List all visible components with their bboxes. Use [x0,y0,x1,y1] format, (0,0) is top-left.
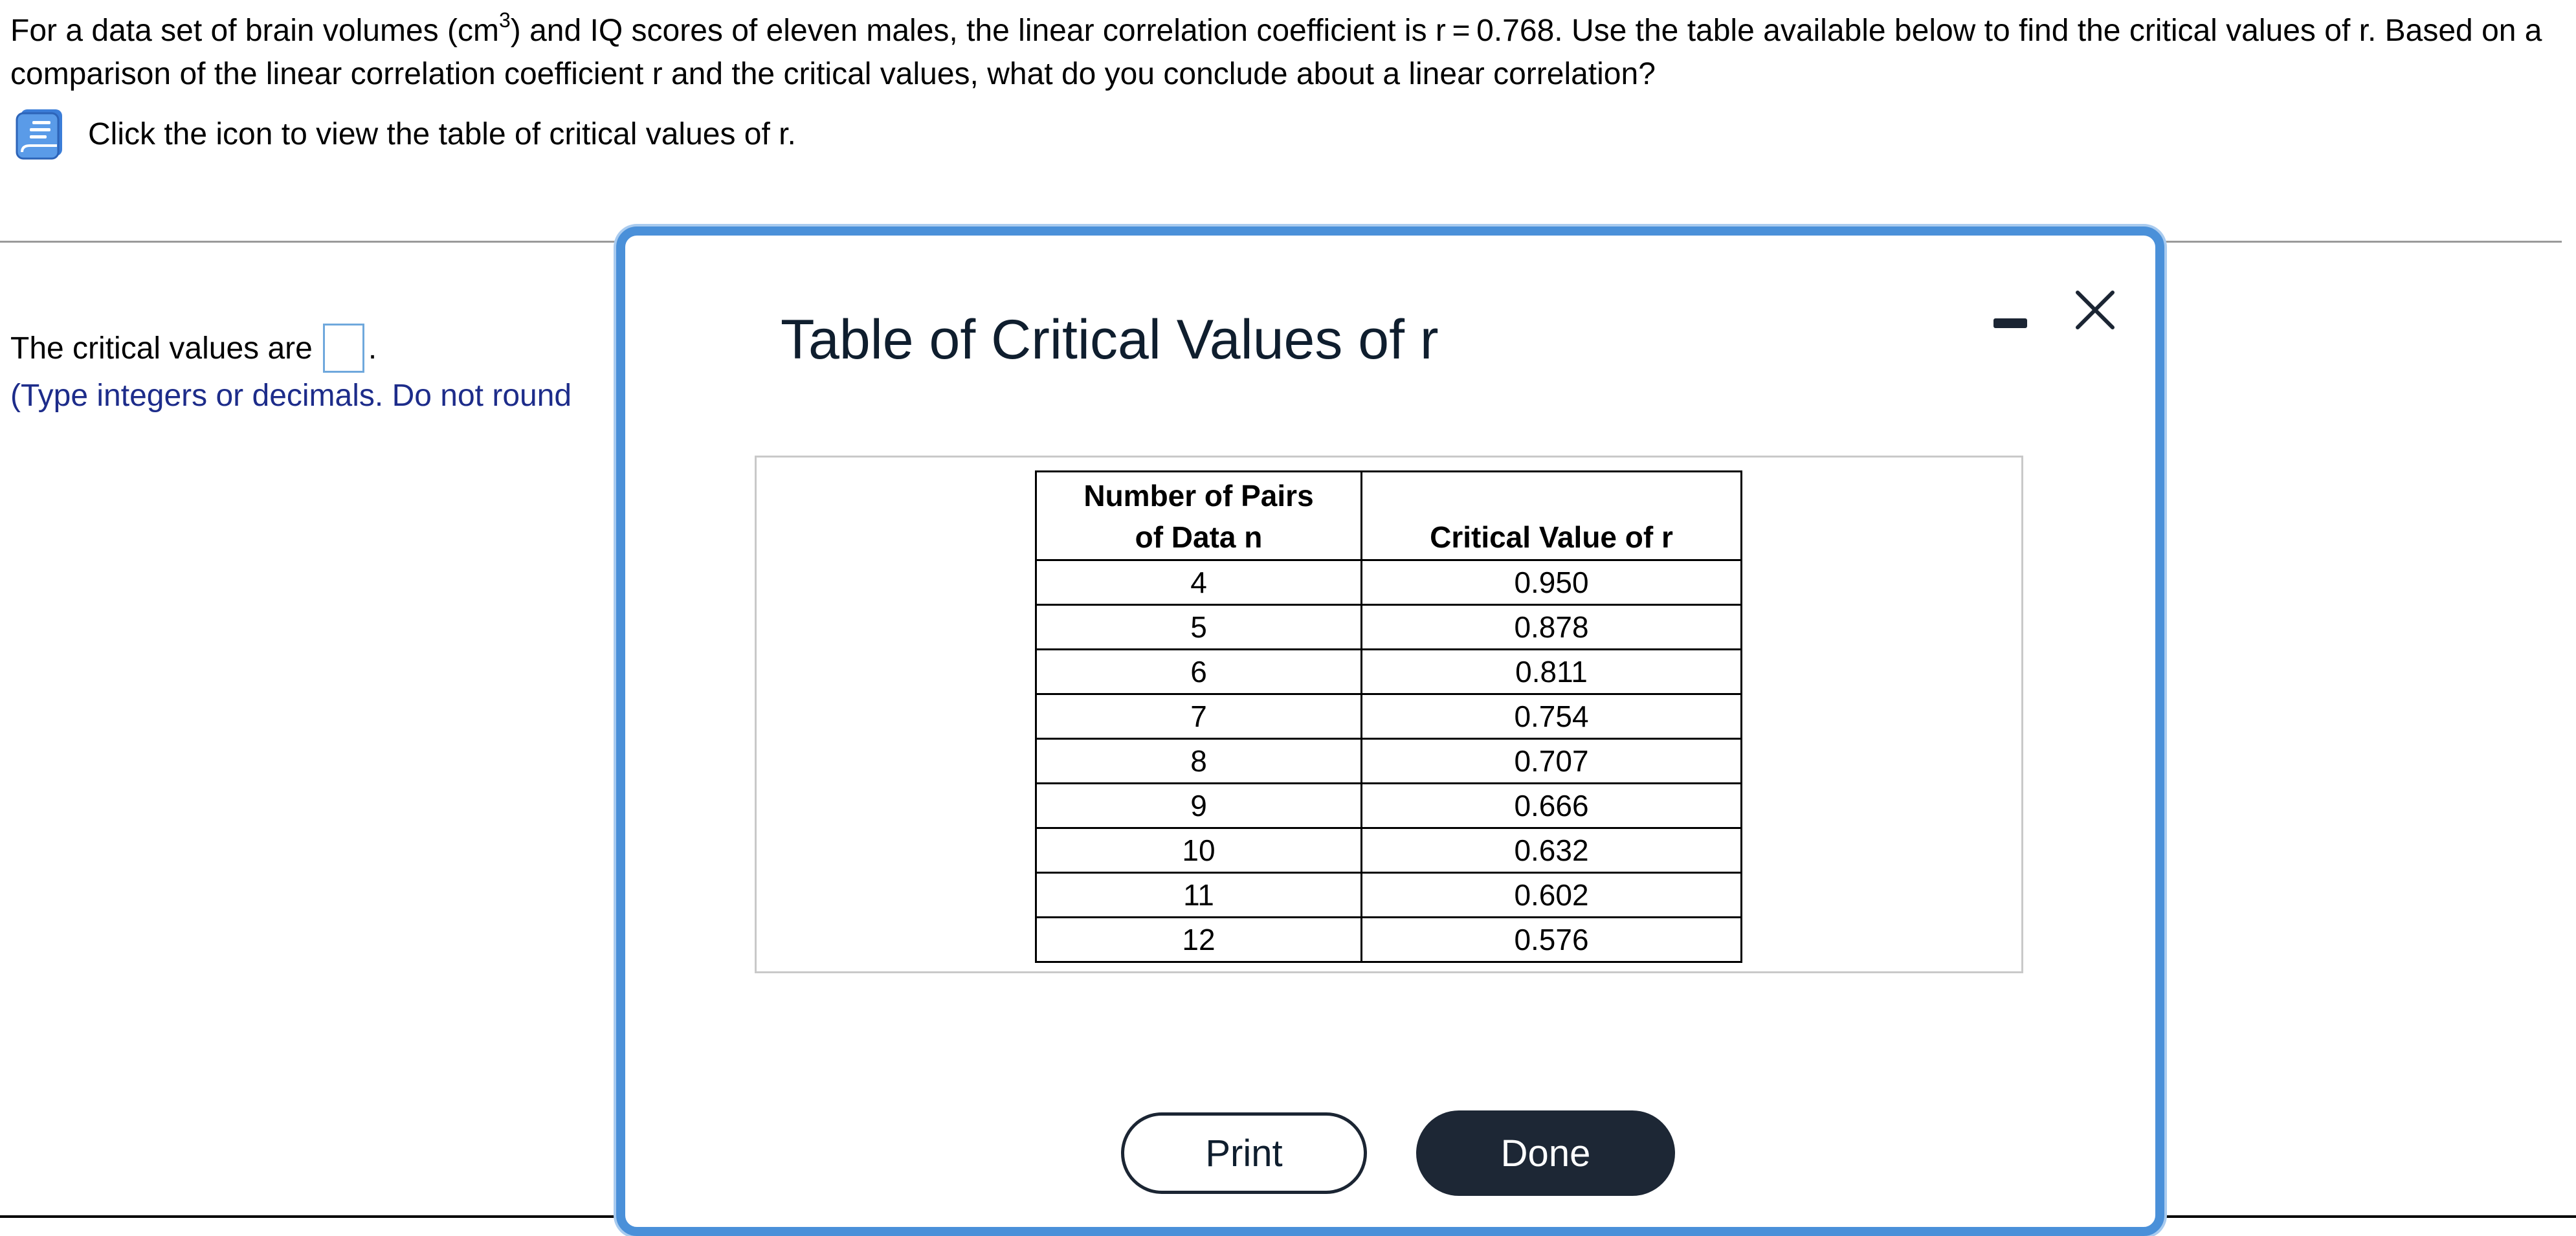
table-row: 12 0.576 [1035,916,1742,963]
table-header-row: Number of Pairs of Data n Critical Value… [1035,470,1742,561]
header-n-line2: of Data n [1135,520,1263,554]
cell-r: 0.950 [1360,559,1742,606]
table-row: 10 0.632 [1035,827,1742,874]
critical-values-input[interactable] [322,324,364,373]
cell-n: 5 [1035,604,1362,650]
cell-n: 4 [1035,559,1362,606]
answer-instruction: (Type integers or decimals. Do not round [10,379,572,413]
table-row: 9 0.666 [1035,782,1742,829]
close-icon[interactable] [2074,289,2116,331]
minimize-icon[interactable] [1991,302,2030,340]
hint-text: Click the icon to view the table of crit… [88,116,796,151]
cell-r: 0.666 [1360,782,1742,829]
critical-values-dialog: Table of Critical Values of r Number of … [616,226,2164,1236]
table-row: 4 0.950 [1035,559,1742,606]
cell-r: 0.878 [1360,604,1742,650]
question-superscript: 3 [498,8,511,32]
cell-r: 0.707 [1360,738,1742,784]
done-button[interactable]: Done [1416,1110,1675,1196]
cell-n: 6 [1035,648,1362,695]
table-row: 8 0.707 [1035,738,1742,784]
table-row: 5 0.878 [1035,604,1742,650]
answer-prefix: The critical values are [10,331,313,366]
cell-n: 9 [1035,782,1362,829]
header-number-of-pairs: Number of Pairs of Data n [1035,470,1362,561]
table-frame: Number of Pairs of Data n Critical Value… [755,456,2023,973]
critical-values-table: Number of Pairs of Data n Critical Value… [1035,470,1742,963]
dialog-title: Table of Critical Values of r [781,309,1439,371]
question-text: For a data set of brain volumes (cm3) an… [10,9,2548,96]
table-row: 6 0.811 [1035,648,1742,695]
cell-r: 0.602 [1360,872,1742,918]
cell-r: 0.754 [1360,693,1742,740]
question-part1: For a data set of brain volumes (cm [10,14,499,48]
header-n-line1: Number of Pairs [1083,479,1314,513]
cell-r: 0.632 [1360,827,1742,874]
answer-line: The critical values are . [10,324,377,373]
hint-row: Click the icon to view the table of crit… [14,106,796,162]
answer-suffix: . [368,331,377,366]
cell-n: 7 [1035,693,1362,740]
cell-n: 8 [1035,738,1362,784]
print-button[interactable]: Print [1121,1112,1367,1194]
cell-r: 0.811 [1360,648,1742,695]
cell-n: 12 [1035,916,1362,963]
cell-n: 11 [1035,872,1362,918]
header-critical-value: Critical Value of r [1360,470,1742,561]
table-row: 7 0.754 [1035,693,1742,740]
cell-r: 0.576 [1360,916,1742,963]
book-icon[interactable] [14,107,66,161]
table-row: 11 0.602 [1035,872,1742,918]
cell-n: 10 [1035,827,1362,874]
minimize-bar [1993,318,2027,328]
